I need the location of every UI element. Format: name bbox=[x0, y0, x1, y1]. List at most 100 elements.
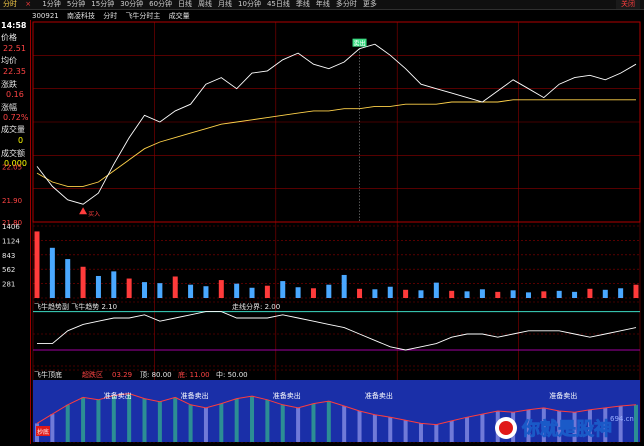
volume-bar bbox=[157, 283, 163, 298]
topbottom-bar bbox=[449, 420, 454, 442]
topbottom-bar bbox=[296, 407, 301, 442]
volume-bar bbox=[234, 283, 240, 298]
avg-price-line bbox=[36, 99, 636, 187]
sub2-mid: 中: 50.00 bbox=[216, 370, 248, 379]
topbottom-bar bbox=[372, 414, 377, 442]
volume-bar bbox=[541, 291, 547, 298]
volume-bar bbox=[295, 287, 301, 298]
topbottom-bar bbox=[418, 423, 423, 442]
volume-bar bbox=[264, 285, 270, 298]
price-line bbox=[36, 43, 637, 205]
topbottom-bar bbox=[173, 397, 178, 442]
topbottom-bar bbox=[311, 403, 316, 442]
volume-bar bbox=[418, 290, 424, 298]
topbottom-bar bbox=[357, 411, 362, 442]
volume-bar bbox=[556, 290, 562, 298]
topbottom-bar bbox=[342, 406, 347, 442]
topbottom-bar bbox=[219, 403, 224, 442]
volume-bar bbox=[126, 278, 132, 298]
topbottom-bar bbox=[280, 404, 285, 442]
volume-bar bbox=[280, 281, 286, 298]
volume-bar bbox=[49, 247, 55, 298]
watermark-domain: 694.cn bbox=[610, 415, 634, 423]
buy-arrow-icon bbox=[79, 207, 88, 215]
prepare-sell-label: 准备卖出 bbox=[104, 391, 132, 400]
topbottom-bar bbox=[250, 396, 255, 442]
volume-bar bbox=[188, 284, 194, 298]
trend-line bbox=[37, 311, 637, 351]
topbottom-bar bbox=[465, 417, 470, 442]
volume-bar bbox=[618, 288, 624, 298]
volume-tick-label: 1406 bbox=[2, 223, 20, 231]
sub2-top: 顶: 80.00 bbox=[140, 371, 172, 379]
sell-marker-label: 卖出 bbox=[354, 40, 366, 48]
topbottom-bar bbox=[234, 398, 239, 442]
watermark-logo: 你就是股神 694.cn bbox=[492, 414, 642, 442]
volume-bar bbox=[525, 292, 531, 298]
topbottom-bar bbox=[188, 404, 193, 442]
sub2-title: 飞牛顶底 bbox=[34, 370, 62, 379]
volume-bar bbox=[572, 291, 578, 298]
volume-tick-label: 1124 bbox=[2, 237, 20, 245]
price-lines: 卖出买入 bbox=[36, 38, 637, 222]
sub2-oversold-label: 超跌区 bbox=[82, 370, 103, 379]
volume-axis: 1406 1124 843 562 281 bbox=[2, 223, 20, 289]
prepare-sell-label: 准备卖出 bbox=[273, 391, 301, 400]
volume-bar bbox=[310, 288, 316, 298]
topbottom-bar bbox=[65, 404, 70, 442]
volume-bar bbox=[80, 266, 86, 298]
bottom-badge-label: 抄底 bbox=[37, 428, 49, 436]
topbottom-bar bbox=[111, 395, 116, 442]
volume-bar bbox=[95, 275, 101, 298]
volume-tick-label: 281 bbox=[2, 281, 15, 289]
volume-tick-label: 562 bbox=[2, 266, 15, 274]
volume-bar bbox=[203, 286, 209, 298]
price-tick-label: 21.90 bbox=[2, 197, 22, 205]
topbottom-bar bbox=[388, 417, 393, 442]
watermark-text: 你就是股神 bbox=[521, 418, 612, 440]
volume-bar bbox=[479, 289, 485, 298]
sub2-bottom: 底: 11.00 bbox=[178, 370, 210, 379]
sub2-v1: 03.29 bbox=[112, 371, 132, 379]
topbottom-bar bbox=[265, 399, 270, 442]
sub1-extra: 走线分界: 2.00 bbox=[232, 302, 280, 311]
volume-bar bbox=[218, 280, 224, 298]
volume-bar bbox=[34, 231, 40, 298]
topbottom-bar bbox=[434, 424, 439, 442]
volume-bar bbox=[372, 289, 378, 298]
topbottom-bar bbox=[157, 401, 162, 442]
topbottom-bar bbox=[50, 414, 55, 442]
volume-bar bbox=[449, 290, 455, 298]
volume-bar bbox=[403, 289, 409, 298]
volume-bar bbox=[633, 284, 639, 298]
chart-canvas: 22.0521.9021.80 14061124843562281 卖出买入 准… bbox=[2, 21, 641, 443]
topbottom-bar bbox=[127, 393, 132, 442]
topbottom-bar bbox=[203, 407, 208, 442]
volume-bar bbox=[111, 271, 117, 298]
buy-marker-label: 买入 bbox=[88, 210, 100, 218]
topbottom-bar bbox=[142, 398, 147, 442]
prepare-sell-label: 准备卖出 bbox=[549, 391, 577, 400]
topbottom-bar bbox=[480, 414, 485, 442]
volume-bar bbox=[387, 286, 393, 298]
volume-bar bbox=[65, 259, 71, 298]
volume-bar bbox=[587, 288, 593, 298]
price-axis: 22.0521.9021.80 bbox=[2, 163, 22, 227]
topbottom-bar bbox=[326, 401, 331, 442]
volume-bar bbox=[357, 288, 363, 298]
volume-bar bbox=[172, 276, 178, 298]
volume-bar bbox=[249, 287, 255, 298]
volume-bar bbox=[495, 291, 501, 298]
price-tick-label: 22.05 bbox=[2, 163, 22, 171]
volume-bar bbox=[341, 274, 347, 298]
volume-bar bbox=[142, 282, 148, 298]
volume-bar bbox=[510, 290, 516, 298]
volume-bar bbox=[602, 289, 608, 298]
volume-bars bbox=[34, 231, 639, 298]
sub1-title: 飞牛趋势副 飞牛趋势 2.10 bbox=[34, 302, 117, 311]
volume-bar bbox=[433, 282, 439, 298]
volume-bar bbox=[464, 291, 470, 298]
prepare-sell-label: 准备卖出 bbox=[181, 391, 209, 400]
topbottom-bar bbox=[81, 397, 86, 442]
chart-grid bbox=[32, 21, 641, 443]
